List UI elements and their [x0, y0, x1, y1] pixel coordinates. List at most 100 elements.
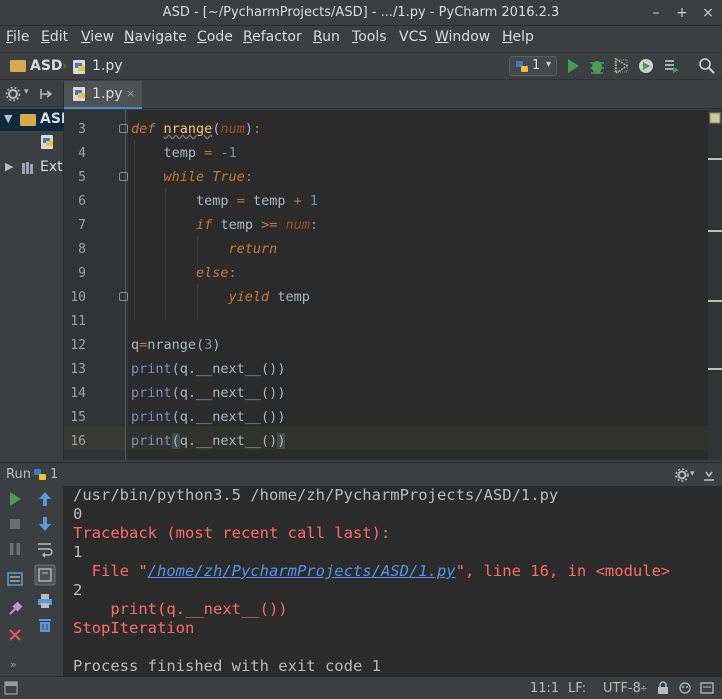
trash-icon[interactable]: [36, 616, 54, 634]
run-panel-header: Run 1 ▾: [0, 462, 722, 486]
arrow-up-icon[interactable]: [36, 490, 54, 508]
gear-dropdown-icon: ▾: [690, 469, 695, 479]
menu-help[interactable]: Help: [502, 29, 534, 45]
tab-close-icon[interactable]: ×: [126, 87, 135, 100]
encoding-dropdown-icon: ÷: [640, 684, 648, 694]
scroll-to-end-icon[interactable]: [34, 564, 56, 586]
console-line: Traceback (most recent call last):: [73, 524, 391, 542]
fold-marker-icon[interactable]: [119, 172, 128, 181]
run-panel-title: Run: [6, 467, 31, 482]
library-icon: [22, 162, 33, 174]
collapse-icon[interactable]: [38, 86, 54, 102]
menu-vcs[interactable]: VCS: [399, 29, 427, 45]
debug-icon[interactable]: [588, 57, 606, 75]
code-line: q=nrange(3): [131, 337, 221, 353]
soft-wrap-icon[interactable]: [36, 540, 54, 558]
warning-mark[interactable]: [708, 300, 722, 302]
inspector-icon[interactable]: [678, 681, 692, 695]
warning-mark[interactable]: [708, 158, 722, 160]
hide-panel-icon[interactable]: [702, 468, 716, 482]
menu-tools[interactable]: Tools: [352, 29, 387, 45]
inspection-ok-icon[interactable]: [709, 112, 721, 124]
traceback-file-link[interactable]: /home/zh/PycharmProjects/ASD/1.py: [148, 562, 456, 580]
code-line: print(q.__next__()): [131, 385, 286, 401]
maximize-button[interactable]: +: [672, 3, 692, 23]
python-file-icon: [41, 135, 53, 149]
error-stripe[interactable]: [708, 110, 722, 460]
tab-1-py[interactable]: 1.py ×: [64, 81, 142, 109]
fold-marker-icon[interactable]: [119, 124, 128, 133]
breadcrumb-file[interactable]: 1.py: [92, 58, 123, 74]
menu-file[interactable]: File: [6, 29, 29, 45]
profile-icon[interactable]: [637, 57, 655, 75]
project-tool-window: ▾ ▼ ASD ▶ Ext: [0, 81, 73, 461]
stop-icon[interactable]: [6, 515, 24, 533]
menu-run[interactable]: Run: [313, 29, 340, 45]
collapsed-arrow-icon: ▶: [5, 160, 14, 173]
tree-item-external-libraries[interactable]: ▶ Ext: [0, 157, 64, 179]
line-number: 6: [78, 194, 86, 209]
warning-mark[interactable]: [708, 368, 722, 370]
coverage-icon[interactable]: [612, 57, 630, 75]
line-number: 11: [70, 314, 86, 329]
chevron-right-icon: ›: [62, 59, 68, 74]
folder-icon: [20, 114, 36, 126]
print-icon[interactable]: [36, 592, 54, 610]
tree-item-project-root[interactable]: ▼ ASD: [0, 109, 73, 131]
pin-icon[interactable]: [6, 600, 24, 618]
menu-refactor[interactable]: Refactor: [243, 29, 302, 45]
navigation-bar: ASD › 1.py 1 ▾: [0, 52, 722, 80]
menu-view[interactable]: View: [81, 29, 114, 45]
code-line: if temp >= num:: [196, 217, 319, 233]
tree-item-file[interactable]: [0, 131, 64, 153]
minimize-button[interactable]: –: [646, 3, 666, 23]
tool-windows-icon[interactable]: [4, 681, 18, 695]
close-window-button[interactable]: ×: [698, 3, 718, 23]
console-line: File "/home/zh/PycharmProjects/ASD/1.py"…: [73, 562, 671, 580]
line-number: 12: [70, 338, 86, 353]
code-line: temp = temp + 1: [196, 193, 319, 209]
run-config-select[interactable]: 1 ▾: [509, 56, 557, 76]
run-tab-label[interactable]: 1: [50, 467, 58, 482]
menu-navigate[interactable]: Navigate: [124, 29, 187, 45]
menu-window[interactable]: Window: [435, 29, 490, 45]
search-icon[interactable]: [698, 57, 716, 75]
fold-marker-icon[interactable]: [119, 292, 128, 301]
python-file-icon: [73, 87, 85, 101]
code-line: while True:: [163, 169, 253, 185]
code-line: yield temp: [228, 289, 310, 305]
run-icon[interactable]: [564, 57, 582, 75]
caret-position[interactable]: 11:1: [530, 681, 559, 696]
pause-icon[interactable]: [6, 540, 24, 558]
breadcrumb-project[interactable]: ASD: [30, 58, 63, 74]
folder-icon: [10, 60, 26, 72]
dump-threads-icon[interactable]: [6, 570, 24, 588]
line-number: 16: [70, 434, 86, 449]
close-icon[interactable]: [6, 626, 24, 644]
line-number: 8: [78, 242, 86, 257]
dropdown-arrow-icon: ▾: [546, 59, 552, 70]
menu-edit[interactable]: Edit: [41, 29, 68, 45]
file-encoding[interactable]: UTF-8: [603, 681, 641, 696]
arrow-down-icon[interactable]: [36, 515, 54, 533]
lock-icon[interactable]: [656, 681, 670, 695]
line-separator[interactable]: LF:: [568, 681, 586, 696]
gear-icon[interactable]: [4, 85, 22, 103]
project-header: ▾: [0, 81, 64, 107]
code-line: print(q.__next__()): [131, 409, 286, 425]
status-bar: 11:1 LF: UTF-8 ÷: [0, 676, 722, 699]
line-number: 5: [78, 170, 86, 185]
more-actions-icon[interactable]: »: [10, 658, 17, 671]
code-editor[interactable]: 3 4 5 6 7 8 9 10 11 12 13 14 15 16 def n…: [64, 110, 708, 460]
line-number: 3: [78, 122, 86, 137]
python-file-icon: [73, 60, 85, 74]
line-number: 4: [78, 146, 86, 161]
editor-tab-bar: 1.py ×: [64, 81, 722, 109]
menu-code[interactable]: Code: [197, 29, 233, 45]
rerun-icon[interactable]: [6, 490, 24, 508]
gear-icon[interactable]: [674, 467, 690, 483]
run-list-icon[interactable]: [662, 57, 680, 75]
run-console[interactable]: /usr/bin/python3.5 /home/zh/PycharmProje…: [64, 486, 722, 676]
warning-mark[interactable]: [708, 230, 722, 232]
event-log-icon[interactable]: [700, 681, 714, 695]
